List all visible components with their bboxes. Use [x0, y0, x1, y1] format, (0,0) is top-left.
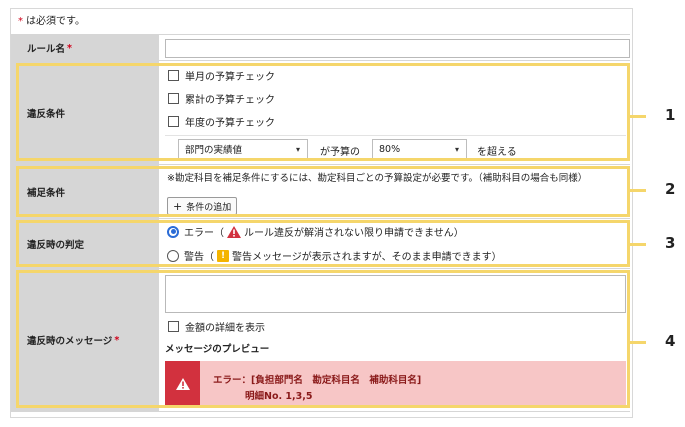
- callout-number-1: 1: [665, 106, 676, 124]
- callout-number-2: 2: [665, 180, 676, 198]
- callout-box-4: [16, 270, 630, 408]
- callout-line-2: [630, 189, 646, 192]
- callout-line-1: [630, 115, 646, 118]
- rule-name-input[interactable]: [165, 39, 630, 58]
- callout-line-4: [630, 341, 646, 344]
- callout-box-3: [16, 220, 630, 267]
- callout-number-3: 3: [665, 234, 676, 252]
- rule-name-label: ルール名 *: [11, 35, 159, 61]
- required-note: * は必須です。: [18, 16, 85, 27]
- callout-number-4: 4: [665, 332, 676, 350]
- rule-name-row: ルール名 *: [11, 34, 630, 61]
- callout-line-3: [630, 243, 646, 246]
- callout-box-1: [16, 63, 630, 161]
- required-mark: *: [18, 16, 23, 27]
- callout-box-2: [16, 166, 630, 217]
